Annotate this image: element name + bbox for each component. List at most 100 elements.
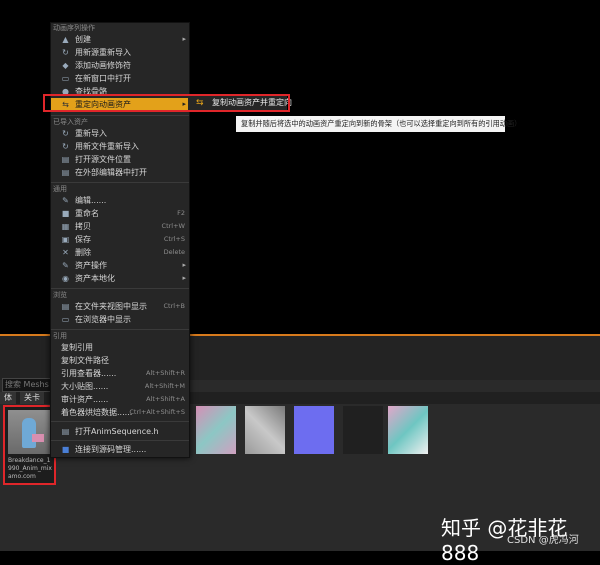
menu-item-label: 打开源文件位置 [75, 155, 131, 164]
annotation-highlight-box [43, 94, 290, 112]
menu-item-source-control[interactable]: ■ 连接到源码管理...... [51, 443, 189, 456]
menu-item-audit-assets[interactable]: 审计资产...... Alt+Shift+A [51, 393, 189, 406]
menu-item-open-header[interactable]: ▤ 打开AnimSequence.h [51, 425, 189, 438]
menu-item-label: 拷贝 [75, 222, 91, 231]
menu-divider [51, 329, 189, 330]
chevron-right-icon: ▸ [182, 35, 186, 43]
menu-item-label: 在浏览器中显示 [75, 315, 131, 324]
menu-item-label: 保存 [75, 235, 91, 244]
menu-item-edit[interactable]: ✎ 编辑...... [51, 194, 189, 207]
menu-item-create[interactable]: ▲ 创建 ▸ [51, 33, 189, 46]
menu-item-label: 复制引用 [61, 343, 93, 352]
asset-thumbnail[interactable] [388, 406, 428, 454]
menu-item-reimport[interactable]: ↻ 重新导入 [51, 127, 189, 140]
globe-icon: ◉ [62, 274, 69, 283]
menu-item-asset-actions[interactable]: ✎ 资产操作 ▸ [51, 259, 189, 272]
menu-item-label: 重命名 [75, 209, 99, 218]
menu-item-label: 添加动画修饰符 [75, 61, 131, 70]
section-header: 浏览 [53, 291, 67, 299]
menu-item-reimport-new-file[interactable]: ↻ 用新文件重新导入 [51, 140, 189, 153]
context-menu: 动画序列操作 ▲ 创建 ▸ ↻ 用新源重新导入 ◆ 添加动画修饰符 ▭ 在新窗口中打开 ●… [50, 22, 190, 458]
menu-item-label: 引用查看器...... [61, 369, 117, 378]
menu-item-label: 创建 [75, 35, 91, 44]
menu-item-reference-viewer[interactable]: 引用查看器...... Alt+Shift+R [51, 367, 189, 380]
menu-item-rename[interactable]: ■ 重命名 F2 [51, 207, 189, 220]
asset-tile-breakdance[interactable]: Breakdance_1990_Anim_mixamo.com [3, 405, 56, 485]
save-icon: ▣ [61, 235, 70, 244]
menu-item-size-map[interactable]: 大小贴图...... Alt+Shift+M [51, 380, 189, 393]
shortcut-label: Alt+Shift+A [146, 395, 185, 403]
shortcut-label: Ctrl+B [163, 302, 185, 310]
menu-divider [51, 440, 189, 441]
menu-item-label: 用新文件重新导入 [75, 142, 139, 151]
section-header: 通用 [53, 185, 67, 193]
menu-divider [51, 288, 189, 289]
menu-item-show-in-folder[interactable]: ▤ 在文件夹视图中显示 Ctrl+B [51, 300, 189, 313]
menu-item-label: 资产操作 [75, 261, 107, 270]
search-input[interactable]: 搜索 Meshs [2, 378, 56, 392]
asset-thumbnail[interactable] [343, 406, 383, 454]
menu-item-label: 连接到源码管理...... [75, 445, 147, 454]
menu-item-label: 审计资产...... [61, 395, 109, 404]
menu-item-label: 用新源重新导入 [75, 48, 131, 57]
menu-item-label: 在新窗口中打开 [75, 74, 131, 83]
menu-item-copy-file-path[interactable]: 复制文件路径 [51, 354, 189, 367]
menu-item-label: 复制文件路径 [61, 356, 109, 365]
section-header: 引用 [53, 332, 67, 340]
reimport-icon: ↻ [62, 129, 69, 138]
asset-thumbnail [8, 410, 52, 454]
menu-item-asset-localization[interactable]: ◉ 资产本地化 ▸ [51, 272, 189, 285]
window-icon: ▭ [61, 74, 70, 83]
menu-divider [51, 115, 189, 116]
shortcut-label: F2 [177, 209, 185, 217]
create-icon: ▲ [62, 35, 69, 44]
chevron-right-icon: ▸ [182, 274, 186, 282]
tooltip: 复制并随后将选中的动画资产重定向到新的骨架（也可以选择重定向到所有的引用动画） [236, 116, 521, 132]
menu-item-label: 重新导入 [75, 129, 107, 138]
menu-item-open-source-location[interactable]: ▤ 打开源文件位置 [51, 153, 189, 166]
character-detail [32, 434, 44, 442]
modifier-icon: ◆ [62, 61, 69, 70]
menu-item-label: 删除 [75, 248, 91, 257]
menu-item-show-in-browser[interactable]: ▭ 在浏览器中显示 [51, 313, 189, 326]
menu-item-label: 在文件夹视图中显示 [75, 302, 147, 311]
folder-icon: ▤ [61, 168, 70, 177]
watermark-sub: CSDN @虎冯河 [507, 535, 579, 546]
menu-item-open-new-window[interactable]: ▭ 在新窗口中打开 [51, 72, 189, 85]
character-figure [22, 418, 36, 448]
shortcut-label: Alt+Shift+M [144, 382, 185, 390]
menu-item-label: 大小贴图...... [61, 382, 109, 391]
menu-item-duplicate[interactable]: ▦ 拷贝 Ctrl+W [51, 220, 189, 233]
menu-item-copy-reference[interactable]: 复制引用 [51, 341, 189, 354]
shortcut-label: Ctrl+W [161, 222, 185, 230]
folder-icon: ▤ [61, 155, 70, 164]
menu-divider [51, 421, 189, 422]
shortcut-label: Ctrl+Alt+Shift+S [129, 408, 185, 416]
source-control-icon: ■ [61, 445, 70, 454]
menu-item-reimport-new-source[interactable]: ↻ 用新源重新导入 [51, 46, 189, 59]
delete-icon: ✕ [62, 248, 69, 257]
shortcut-label: Ctrl+S [163, 235, 185, 243]
asset-thumbnail[interactable] [196, 406, 236, 454]
menu-item-shader-cook-stats[interactable]: 着色器烘焙数据...... Ctrl+Alt+Shift+S [51, 406, 189, 419]
menu-item-open-external-editor[interactable]: ▤ 在外部编辑器中打开 [51, 166, 189, 179]
rename-icon: ■ [61, 209, 70, 218]
asset-thumbnail[interactable] [245, 406, 285, 454]
menu-item-add-modifier[interactable]: ◆ 添加动画修饰符 [51, 59, 189, 72]
shortcut-label: Alt+Shift+R [146, 369, 185, 377]
menu-divider [51, 182, 189, 183]
shortcut-label: Delete [163, 248, 185, 256]
menu-item-label: 资产本地化 [75, 274, 115, 283]
window-icon: ▭ [61, 315, 70, 324]
menu-item-label: 打开AnimSequence.h [75, 427, 159, 436]
menu-item-delete[interactable]: ✕ 删除 Delete [51, 246, 189, 259]
asset-label: Breakdance_1990_Anim_mixamo.com [8, 457, 52, 480]
section-header: 已导入资产 [53, 118, 88, 126]
menu-item-label: 在外部编辑器中打开 [75, 168, 147, 177]
chevron-right-icon: ▸ [182, 261, 186, 269]
filter-chip[interactable]: 体 [0, 392, 16, 404]
asset-thumbnail[interactable] [294, 406, 334, 454]
menu-item-save[interactable]: ▣ 保存 Ctrl+S [51, 233, 189, 246]
filter-chip[interactable]: 关卡 [20, 392, 44, 404]
edit-icon: ✎ [62, 196, 69, 205]
